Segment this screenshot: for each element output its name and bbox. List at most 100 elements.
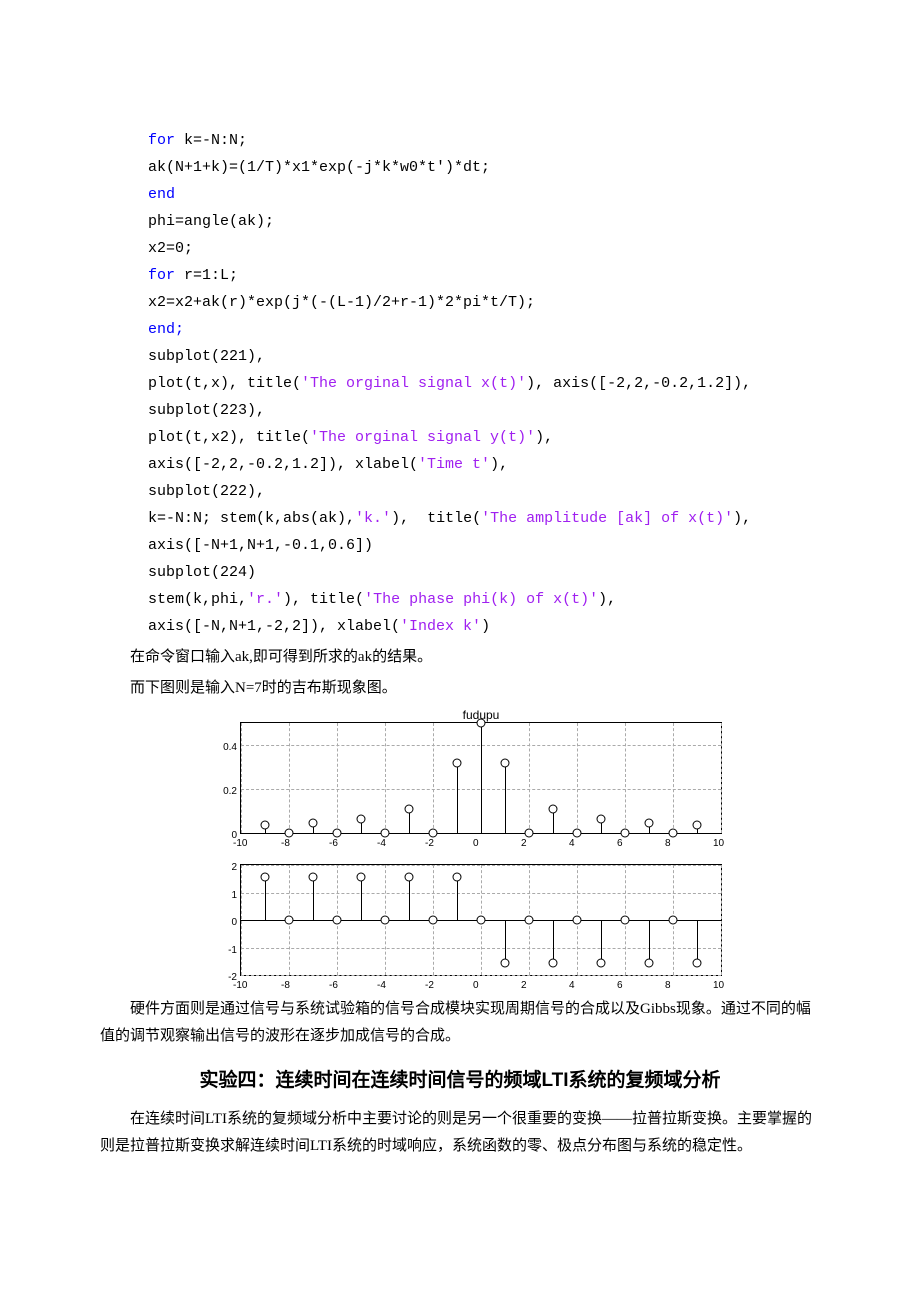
x-tick-label: -10: [233, 835, 247, 853]
x-tick-label: -4: [377, 977, 386, 995]
stem-marker: [693, 959, 702, 968]
y-tick-label: 0.2: [223, 783, 237, 801]
string-literal: 'k.': [355, 510, 391, 527]
stem-marker: [549, 959, 558, 968]
stem-marker: [621, 829, 630, 838]
stem-marker: [477, 916, 486, 925]
paragraph: 硬件方面则是通过信号与系统试验箱的信号合成模块实现周期信号的合成以及Gibbs现…: [100, 996, 820, 1050]
code-text: axis([-N,N+1,-2,2]), xlabel(: [148, 618, 400, 635]
stem-marker: [645, 959, 654, 968]
x-tick-label: -2: [425, 835, 434, 853]
code-text: x2=0;: [148, 240, 193, 257]
paragraph: 而下图则是输入N=7时的吉布斯现象图。: [100, 675, 820, 702]
code-text: k=-N:N;: [175, 132, 247, 149]
code-text: axis([-2,2,-0.2,1.2]), xlabel(: [148, 456, 418, 473]
code-text: stem(k,phi,: [148, 591, 247, 608]
x-tick-label: -8: [281, 977, 290, 995]
stem-marker: [453, 758, 462, 767]
x-tick-label: -10: [233, 977, 247, 995]
code-text: k=-N:N; stem(k,abs(ak),: [148, 510, 355, 527]
y-tick-label: 2: [231, 859, 237, 877]
string-literal: 'Index k': [400, 618, 481, 635]
code-text: ), axis([-2,2,-0.2,1.2]),: [526, 375, 751, 392]
phase-stem-chart: -2-1012-10-8-6-4-20246810: [240, 864, 722, 976]
charts-container: fudupu 00.20.4-10-8-6-4-20246810 -2-1012…: [200, 722, 720, 976]
x-tick-label: 6: [617, 977, 623, 995]
keyword-end: end: [148, 186, 175, 203]
stem-marker: [525, 916, 534, 925]
code-text: axis([-N+1,N+1,-0.1,0.6]): [148, 537, 373, 554]
code-text: ),: [490, 456, 508, 473]
amplitude-stem-chart: fudupu 00.20.4-10-8-6-4-20246810: [240, 722, 722, 834]
string-literal: 'The phase phi(k) of x(t)': [364, 591, 598, 608]
code-text: ), title(: [391, 510, 481, 527]
keyword-for: for: [148, 132, 175, 149]
stem-marker: [261, 872, 270, 881]
code-text: ),: [535, 429, 553, 446]
x-tick-label: 4: [569, 977, 575, 995]
stem-marker: [525, 829, 534, 838]
keyword-for: for: [148, 267, 175, 284]
stem-marker: [381, 829, 390, 838]
x-tick-label: 6: [617, 835, 623, 853]
stem-marker: [405, 872, 414, 881]
x-tick-label: -6: [329, 977, 338, 995]
stem-marker: [669, 916, 678, 925]
stem-marker: [381, 916, 390, 925]
stem-marker: [333, 916, 342, 925]
stem-marker: [357, 814, 366, 823]
x-tick-label: 10: [713, 977, 724, 995]
stem-marker: [309, 872, 318, 881]
stem-marker: [597, 814, 606, 823]
stem-marker: [549, 804, 558, 813]
stem-marker: [669, 829, 678, 838]
stem-marker: [309, 819, 318, 828]
y-tick-label: -1: [228, 942, 237, 960]
stem-marker: [285, 916, 294, 925]
code-text: subplot(222),: [148, 483, 265, 500]
code-text: phi=angle(ak);: [148, 213, 274, 230]
matlab-code-block: for k=-N:N; ak(N+1+k)=(1/T)*x1*exp(-j*k*…: [100, 100, 820, 640]
x-tick-label: -8: [281, 835, 290, 853]
stem-marker: [597, 959, 606, 968]
stem-marker: [429, 829, 438, 838]
x-tick-label: 8: [665, 977, 671, 995]
code-text: plot(t,x), title(: [148, 375, 301, 392]
string-literal: 'The orginal signal x(t)': [301, 375, 526, 392]
string-literal: 'r.': [247, 591, 283, 608]
paragraph: 在连续时间LTI系统的复频域分析中主要讨论的则是另一个很重要的变换——拉普拉斯变…: [100, 1106, 820, 1160]
code-text: ),: [598, 591, 616, 608]
x-tick-label: 4: [569, 835, 575, 853]
x-tick-label: -4: [377, 835, 386, 853]
x-tick-label: 8: [665, 835, 671, 853]
stem-marker: [477, 719, 486, 728]
x-tick-label: 2: [521, 977, 527, 995]
stem-marker: [261, 821, 270, 830]
code-text: subplot(223),: [148, 402, 265, 419]
code-text: subplot(224): [148, 564, 256, 581]
paragraph: 在命令窗口输入ak,即可得到所求的ak的结果。: [100, 644, 820, 671]
x-tick-label: 2: [521, 835, 527, 853]
string-literal: 'The orginal signal y(t)': [310, 429, 535, 446]
string-literal: 'The amplitude [ak] of x(t)': [481, 510, 733, 527]
y-tick-label: 1: [231, 887, 237, 905]
section-heading: 实验四：连续时间在连续时间信号的频域LTI系统的复频域分析: [100, 1064, 820, 1098]
x-tick-label: -6: [329, 835, 338, 853]
stem-marker: [453, 872, 462, 881]
code-text: x2=x2+ak(r)*exp(j*(-(L-1)/2+r-1)*2*pi*t/…: [148, 294, 535, 311]
stem-marker: [693, 821, 702, 830]
code-text: r=1:L;: [175, 267, 238, 284]
x-tick-label: 0: [473, 835, 479, 853]
stem-marker: [573, 829, 582, 838]
stem-marker: [285, 829, 294, 838]
stem-marker: [405, 804, 414, 813]
code-text: ),: [733, 510, 751, 527]
stem-marker: [429, 916, 438, 925]
x-tick-label: -2: [425, 977, 434, 995]
stem-marker: [621, 916, 630, 925]
string-literal: 'Time t': [418, 456, 490, 473]
code-text: subplot(221),: [148, 348, 265, 365]
stem-marker: [333, 829, 342, 838]
stem-marker: [501, 758, 510, 767]
code-text: ak(N+1+k)=(1/T)*x1*exp(-j*k*w0*t')*dt;: [148, 159, 490, 176]
